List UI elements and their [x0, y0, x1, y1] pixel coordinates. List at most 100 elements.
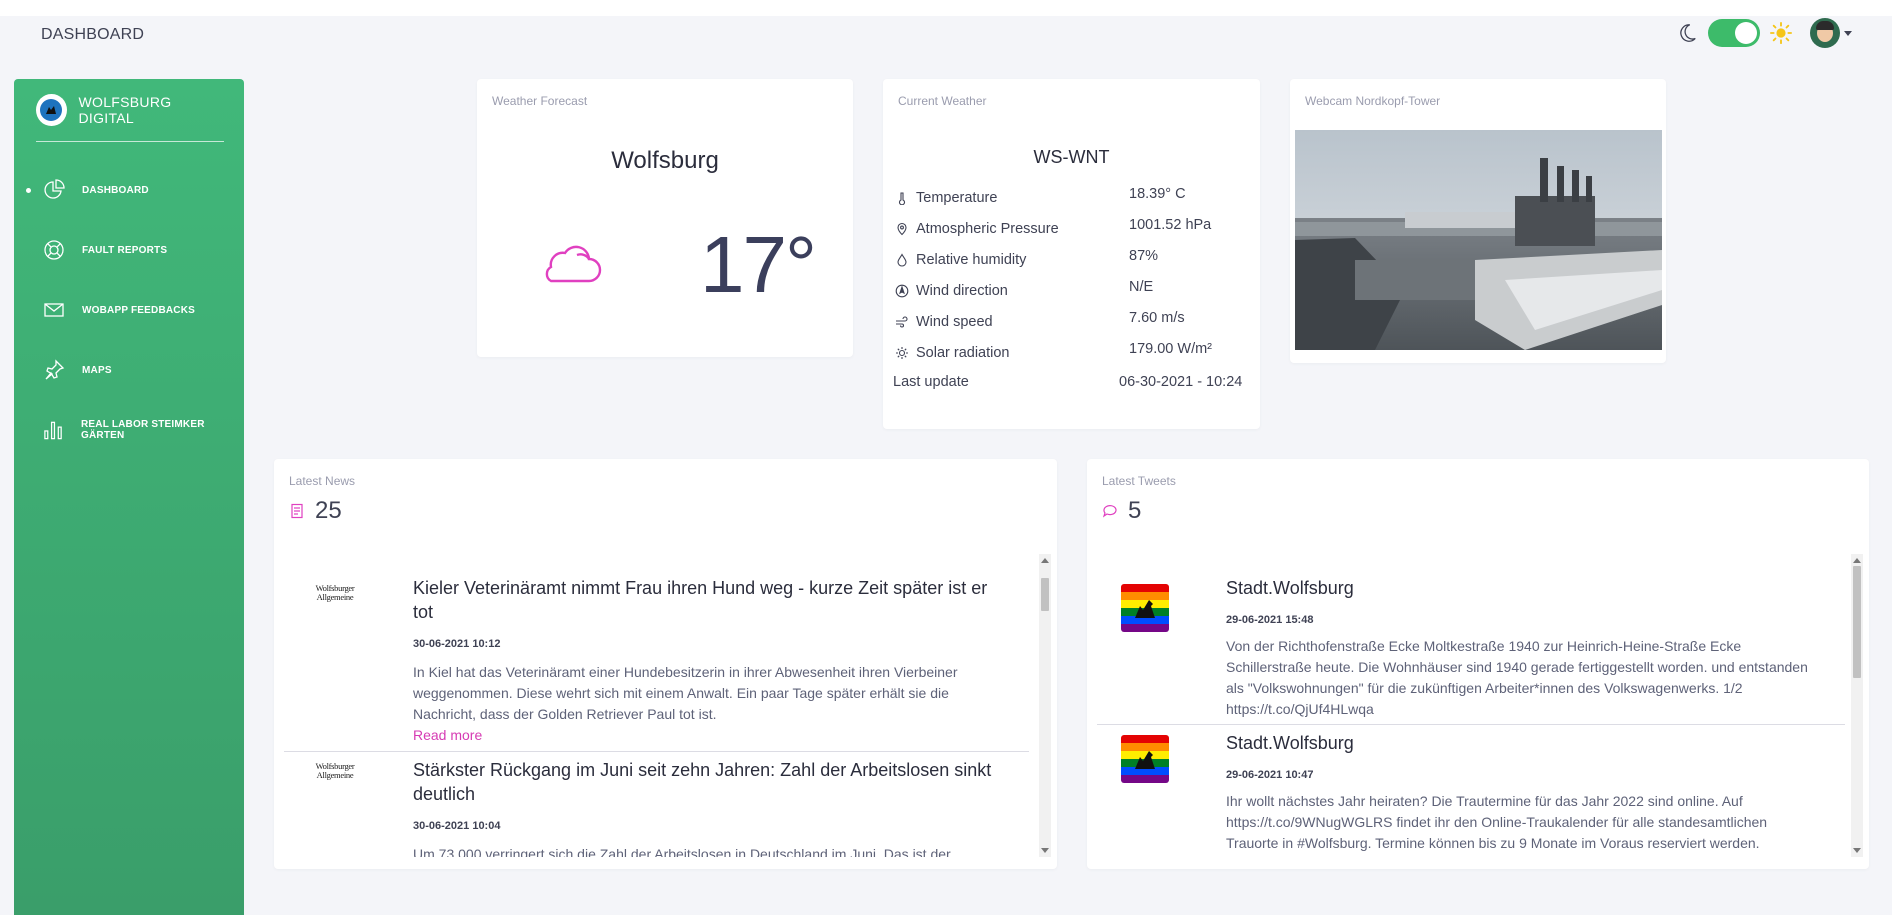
weather-row-solar-radiation: Solar radiation 179.00 W/m² [895, 341, 1250, 363]
card-title: Latest News [289, 474, 356, 488]
thermometer-icon [898, 192, 906, 205]
sidebar-item-label: FAULT REPORTS [82, 244, 168, 256]
sidebar-item-label: WOBAPP FEEDBACKS [82, 304, 196, 316]
row-value: 7.60 m/s [1129, 310, 1185, 326]
row-value: N/E [1129, 279, 1154, 295]
pin-icon [45, 359, 65, 380]
scroll-thumb[interactable] [1041, 578, 1049, 611]
news-count-value: 25 [315, 497, 342, 524]
scroll-up-arrow[interactable] [1853, 558, 1861, 563]
news-headline[interactable]: Kieler Veterinäramt nimmt Frau ihren Hun… [413, 576, 1007, 624]
sun-icon[interactable] [1770, 22, 1792, 44]
card-title: Webcam Nordkopf-Tower [1305, 94, 1441, 108]
row-label: Last update [893, 374, 969, 390]
row-value: 06-30-2021 - 10:24 [1119, 374, 1243, 390]
sidebar-item-label: MAPS [82, 364, 112, 376]
sidebar-item-label: REAL LABOR STEIMKER GÄRTEN [81, 419, 205, 441]
top-strip [0, 0, 1892, 16]
avatar[interactable] [1810, 18, 1840, 48]
theme-toggle[interactable] [1708, 19, 1760, 47]
brand-name: WOLFSBURG DIGITAL [78, 94, 172, 126]
card-title: Current Weather [898, 94, 987, 108]
tweet-date: 29-06-2021 10:47 [1226, 769, 1314, 781]
envelope-icon [44, 303, 64, 317]
card-title: Weather Forecast [492, 94, 588, 108]
news-list[interactable]: Wolfsburger Allgemeine Kieler Veterinära… [284, 554, 1029, 857]
page-title: DASHBOARD [41, 26, 145, 43]
chevron-down-icon[interactable] [1844, 30, 1852, 36]
brand-logo-icon [36, 94, 67, 126]
webcam-card: Webcam Nordkopf-Tower [1290, 79, 1666, 363]
newspaper-icon [291, 503, 303, 519]
news-source-logo: Wolfsburger Allgemeine [315, 761, 355, 780]
news-source-logo: Wolfsburger Allgemeine [315, 583, 355, 602]
scroll-down-arrow[interactable] [1041, 848, 1049, 853]
list-item[interactable]: Stadt.Wolfsburg 29-06-2021 10:47 Ihr wol… [1097, 725, 1845, 857]
scroll-thumb[interactable] [1853, 566, 1861, 678]
row-label: Temperature [916, 190, 998, 206]
latest-news-card: Latest News 25 Wolfsburger Allgemeine Ki… [274, 459, 1057, 869]
webcam-image[interactable] [1295, 130, 1662, 350]
row-value: 1001.52 hPa [1129, 217, 1212, 233]
tweet-text: Ihr wollt nächstes Jahr heiraten? Die Tr… [1226, 793, 1768, 851]
news-count: 25 [289, 497, 342, 525]
scroll-up-arrow[interactable] [1041, 558, 1049, 563]
row-label: Atmospheric Pressure [916, 221, 1059, 237]
pie-chart-icon [44, 179, 65, 199]
tweet-text: Von der Richthofenstraße Ecke Moltkestra… [1226, 638, 1808, 717]
weather-row-temperature: Temperature 18.39° C [895, 186, 1250, 208]
sidebar-item-maps[interactable]: MAPS [14, 340, 244, 400]
weather-forecast-card: Weather Forecast Wolfsburg 17° [477, 79, 853, 357]
news-date: 30-06-2021 10:12 [413, 638, 501, 650]
tweets-scrollbar[interactable] [1851, 554, 1863, 857]
pressure-icon [897, 222, 907, 236]
rainbow-flag-avatar [1121, 735, 1169, 783]
forecast-temperature: 17° [700, 220, 817, 309]
tweets-count: 5 [1102, 497, 1141, 525]
cloud-icon [545, 245, 602, 283]
sidebar-item-label: DASHBOARD [82, 184, 149, 196]
news-scrollbar[interactable] [1039, 554, 1051, 857]
droplet-icon [897, 253, 907, 267]
latest-tweets-card: Latest Tweets 5 Stadt.Wolfsburg 29-06-20… [1087, 459, 1869, 869]
compass-icon [895, 284, 909, 298]
tweet-user[interactable]: Stadt.Wolfsburg [1226, 731, 1819, 755]
list-item[interactable]: Stadt.Wolfsburg 29-06-2021 15:48 Von der… [1097, 554, 1845, 725]
rainbow-flag-avatar [1121, 584, 1169, 632]
sidebar-item-real-labor[interactable]: REAL LABOR STEIMKER GÄRTEN [14, 400, 244, 460]
news-headline[interactable]: Stärkster Rückgang im Juni seit zehn Jah… [413, 758, 1007, 806]
row-label: Wind direction [916, 283, 1008, 299]
weather-row-wind-speed: Wind speed 7.60 m/s [895, 310, 1250, 332]
list-item[interactable]: Wolfsburger Allgemeine Stärkster Rückgan… [284, 752, 1029, 857]
row-label: Wind speed [916, 314, 993, 330]
brand[interactable]: WOLFSBURG DIGITAL [36, 94, 224, 142]
row-value: 179.00 W/m² [1129, 341, 1212, 357]
bar-chart-icon [44, 421, 62, 440]
weather-row-pressure: Atmospheric Pressure 1001.52 hPa [895, 217, 1250, 239]
tweets-list[interactable]: Stadt.Wolfsburg 29-06-2021 15:48 Von der… [1097, 554, 1845, 857]
tweet-user[interactable]: Stadt.Wolfsburg [1226, 576, 1819, 600]
news-text: In Kiel hat das Veterinäramt einer Hunde… [413, 664, 958, 722]
current-weather-card: Current Weather WS-WNT Temperature 18.39… [883, 79, 1260, 429]
sidebar-item-fault-reports[interactable]: FAULT REPORTS [14, 220, 244, 280]
list-item[interactable]: Wolfsburger Allgemeine Kieler Veterinära… [284, 554, 1029, 752]
sidebar-item-dashboard[interactable]: DASHBOARD [14, 160, 244, 220]
top-right-controls [1676, 16, 1852, 50]
news-text: Um 73.000 verringert sich die Zahl der A… [413, 846, 951, 857]
scroll-down-arrow[interactable] [1853, 848, 1861, 853]
read-more-link[interactable]: Read more [413, 725, 1007, 745]
active-indicator [26, 188, 31, 193]
sidebar: WOLFSBURG DIGITAL DASHBOARD FAULT REPORT… [14, 79, 244, 915]
forecast-city: Wolfsburg [611, 147, 719, 174]
moon-icon[interactable] [1676, 22, 1698, 44]
chat-bubble-icon [1102, 505, 1117, 518]
sidebar-item-wobapp-feedbacks[interactable]: WOBAPP FEEDBACKS [14, 280, 244, 340]
row-value: 18.39° C [1129, 186, 1186, 202]
tweets-count-value: 5 [1128, 497, 1142, 524]
lifebuoy-icon [44, 240, 64, 260]
news-date: 30-06-2021 10:04 [413, 820, 501, 832]
card-title: Latest Tweets [1102, 474, 1176, 488]
weather-row-humidity: Relative humidity 87% [895, 248, 1250, 270]
tweet-date: 29-06-2021 15:48 [1226, 614, 1314, 626]
row-label: Relative humidity [916, 252, 1027, 268]
